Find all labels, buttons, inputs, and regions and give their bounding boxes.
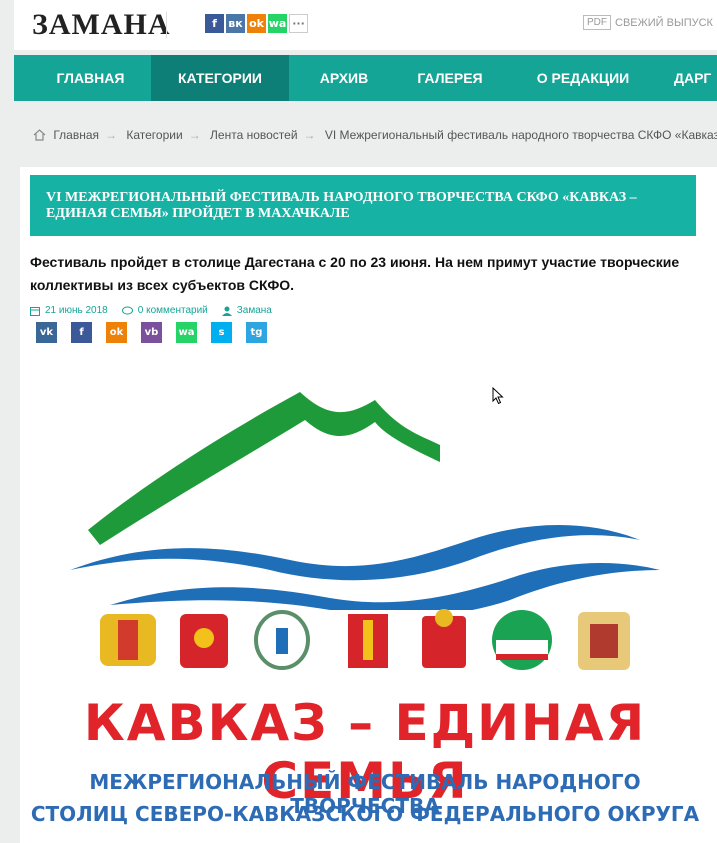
nav-item-gallery[interactable]: ГАЛЕРЕЯ [404,55,496,101]
article-date: 21 июнь 2018 [45,305,108,316]
pdf-icon[interactable]: PDF [583,15,611,30]
site-logo[interactable]: ЗАМАНА [32,8,170,42]
article-author[interactable]: Замана [237,305,272,316]
comments-count[interactable]: 0 комментарий [138,305,208,316]
nav-item-categories[interactable]: КАТЕГОРИИ [151,55,289,101]
nav-item-darg[interactable]: ДАРГ [674,55,717,101]
share-viber-icon[interactable]: vb [141,322,162,343]
article-title: VI МЕЖРЕГИОНАЛЬНЫЙ ФЕСТИВАЛЬ НАРОДНОГО Т… [46,190,637,221]
share-telegram-icon[interactable]: tg [246,322,267,343]
share-whatsapp-icon[interactable]: wa [176,322,197,343]
arrow-icon: → [188,128,201,142]
share-vk-icon[interactable]: vk [36,322,57,343]
top-header: ЗАМАНА f вк ok wa ··· PDF СВЕЖИЙ ВЫПУСК [14,0,717,50]
article-lead: Фестиваль пройдет в столице Дагестана с … [30,254,680,293]
poster-subtitle-line2: СТОЛИЦ СЕВЕРО-КАВКАЗСКОГО ФЕДЕРАЛЬНОГО О… [30,802,700,826]
home-icon[interactable] [33,129,46,144]
arrow-icon: → [303,128,316,142]
article-title-bar: VI МЕЖРЕГИОНАЛЬНЫЙ ФЕСТИВАЛЬ НАРОДНОГО Т… [30,175,696,236]
nav-item-about[interactable]: О РЕДАКЦИИ [524,55,642,101]
date-meta: 21 июнь 2018 [30,305,108,316]
fresh-issue-link[interactable]: СВЕЖИЙ ВЫПУСК [615,17,713,29]
mountain-wave-logo [70,392,660,610]
breadcrumb: Главная → Категории → Лента новостей → VI М… [33,128,717,144]
coats-of-arms-row [100,609,630,670]
comments-meta[interactable]: 0 комментарий [121,305,208,316]
facebook-icon[interactable]: f [205,14,224,33]
divider [166,12,167,38]
comment-icon [121,306,133,314]
whatsapp-icon[interactable]: wa [268,14,287,33]
breadcrumb-news-feed[interactable]: Лента новостей [210,128,298,142]
mouse-cursor-icon [492,386,504,410]
odnoklassniki-icon[interactable]: ok [247,14,266,33]
user-icon [221,306,232,316]
arrow-icon: → [105,128,118,142]
article-meta: 21 июнь 2018 0 комментарий Замана [30,305,272,316]
share-skype-icon[interactable]: s [211,322,232,343]
share-odnoklassniki-icon[interactable]: ok [106,322,127,343]
nav-item-home[interactable]: ГЛАВНАЯ [34,55,147,101]
nav-item-archive[interactable]: АРХИВ [304,55,384,101]
calendar-icon [30,306,40,316]
author-meta[interactable]: Замана [221,305,272,316]
more-icon[interactable]: ··· [289,14,308,33]
vk-icon[interactable]: вк [226,14,245,33]
share-bar: vk f ok vb wa s tg [36,322,281,343]
article-image: КАВКАЗ – ЕДИНАЯ СЕМЬЯ МЕЖРЕГИОНАЛЬНЫЙ ФЕ… [30,370,700,840]
breadcrumb-current: VI Межрегиональный фестиваль народного т… [324,128,717,142]
main-nav: ГЛАВНАЯ КАТЕГОРИИ АРХИВ ГАЛЕРЕЯ О РЕДАКЦ… [14,55,717,101]
share-facebook-icon[interactable]: f [71,322,92,343]
breadcrumb-home[interactable]: Главная [53,128,99,142]
header-social-icons: f вк ok wa ··· [205,14,308,33]
breadcrumb-categories[interactable]: Категории [126,128,182,142]
